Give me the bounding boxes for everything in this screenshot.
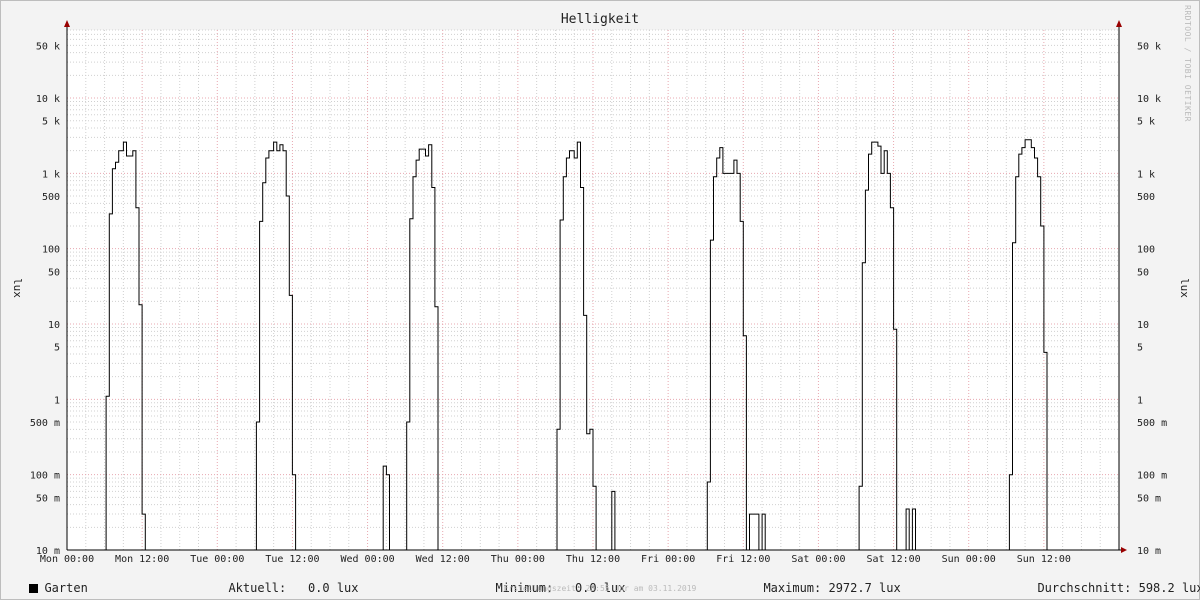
y-axis-label-right: lux	[1178, 278, 1191, 298]
rrdtool-watermark: RRDTOOL / TOBI OETIKER	[1183, 5, 1192, 122]
y-tick-label-left: 50 k	[36, 41, 60, 52]
y-axis-label-left: lux	[11, 278, 24, 298]
y-tick-label-right: 50	[1137, 267, 1149, 278]
y-tick-label-left: 1	[54, 395, 60, 406]
y-tick-label-left: 100 m	[30, 471, 60, 482]
x-tick-label: Wed 12:00	[416, 554, 470, 565]
x-tick-labels: Mon 00:00 Mon 12:00 Tue 00:00 Tue 12:00 Wed …	[40, 554, 1071, 565]
brightness-chart: 50 k 10 k 5 k 1 k 500 100 50 10 5 1 500 m 100 m 50 m…	[11, 12, 1191, 565]
y-axis-arrow-left	[64, 20, 70, 27]
y-tick-label-left: 5 k	[42, 117, 60, 128]
y-tick-label-left: 500	[42, 192, 60, 203]
x-tick-label: Mon 12:00	[115, 554, 169, 565]
x-tick-label: Sun 00:00	[942, 554, 996, 565]
y-tick-label-right: 50 m	[1137, 493, 1161, 504]
x-tick-label: Tue 00:00	[190, 554, 244, 565]
chart-title: Helligkeit	[561, 12, 639, 27]
y-axis-arrow-right	[1116, 20, 1122, 27]
x-tick-label: Sat 00:00	[791, 554, 845, 565]
y-tick-label-left: 10 k	[36, 94, 60, 105]
creation-time-footer: Erstellungszeit: 23:55 Uhr am 03.11.2019	[503, 584, 697, 593]
y-tick-label-right: 1	[1137, 395, 1143, 406]
x-tick-label: Wed 00:00	[340, 554, 394, 565]
y-tick-label-left: 500 m	[30, 418, 60, 429]
y-tick-label-left: 10	[48, 320, 60, 331]
x-tick-label: Fri 00:00	[641, 554, 695, 565]
x-tick-label: Sat 12:00	[866, 554, 920, 565]
y-tick-label-right: 50 k	[1137, 41, 1161, 52]
y-tick-label-right: 10 k	[1137, 94, 1161, 105]
x-tick-label: Fri 12:00	[716, 554, 770, 565]
y-tick-label-left: 5	[54, 343, 60, 354]
y-tick-labels-right: 50 k 10 k 5 k 1 k 500 100 50 10 5 1 500 m 100 m 50 m…	[1137, 41, 1167, 557]
y-tick-label-right: 5	[1137, 343, 1143, 354]
y-tick-label-right: 100	[1137, 245, 1155, 256]
x-tick-label: Thu 00:00	[491, 554, 545, 565]
y-tick-label-right: 5 k	[1137, 117, 1155, 128]
x-tick-label: Thu 12:00	[566, 554, 620, 565]
y-tick-label-right: 500 m	[1137, 418, 1167, 429]
x-tick-label: Tue 12:00	[265, 554, 319, 565]
y-tick-label-left: 100	[42, 245, 60, 256]
y-tick-label-left: 1 k	[42, 169, 60, 180]
x-axis-arrow	[1121, 547, 1127, 553]
y-tick-label-right: 100 m	[1137, 471, 1167, 482]
y-tick-label-right: 1 k	[1137, 169, 1155, 180]
y-tick-label-right: 10 m	[1137, 546, 1161, 557]
x-tick-label: Sun 12:00	[1017, 554, 1071, 565]
x-tick-label: Mon 00:00	[40, 554, 94, 565]
y-tick-label-left: 50	[48, 267, 60, 278]
y-tick-label-right: 500	[1137, 192, 1155, 203]
y-tick-label-right: 10	[1137, 320, 1149, 331]
y-tick-label-left: 50 m	[36, 493, 60, 504]
y-tick-labels-left: 50 k 10 k 5 k 1 k 500 100 50 10 5 1 500 m 100 m 50 m…	[30, 41, 60, 557]
